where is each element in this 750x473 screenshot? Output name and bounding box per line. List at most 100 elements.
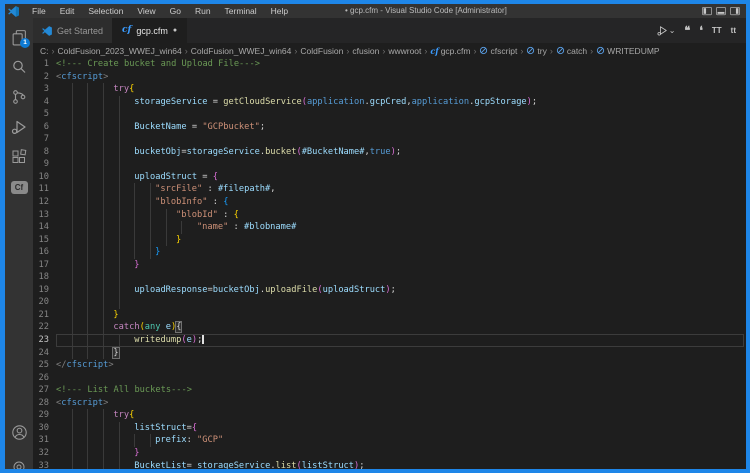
code-line[interactable]: 10uploadStruct = { [33, 171, 746, 184]
menu-edit[interactable]: Edit [53, 4, 82, 18]
menu-go[interactable]: Go [163, 4, 188, 18]
breadcrumb-item[interactable]: cfscript [479, 46, 517, 56]
code-line[interactable]: 3try{ [33, 83, 746, 96]
lowercase-button[interactable]: tt [731, 26, 736, 35]
line-number[interactable]: 28 [33, 397, 56, 410]
code-line[interactable]: 6BucketName = "GCPbucket"; [33, 121, 746, 134]
breadcrumb-item[interactable]: ColdFusion [300, 46, 343, 56]
breadcrumb-item[interactable]: ColdFusion_2023_WWEJ_win64 [58, 46, 182, 56]
extensions-icon[interactable] [5, 142, 33, 172]
line-number[interactable]: 23 [33, 334, 56, 347]
line-number[interactable]: 8 [33, 146, 56, 159]
line-number[interactable]: 30 [33, 422, 56, 435]
breadcrumb-item[interactable]: wwwroot [388, 46, 421, 56]
code-line[interactable]: 33BucketList= storageService.list(listSt… [33, 460, 746, 470]
line-number[interactable]: 22 [33, 321, 56, 334]
code-line[interactable]: 8bucketObj=storageService.bucket(#Bucket… [33, 146, 746, 159]
breadcrumb-item[interactable]: C: [40, 46, 49, 56]
line-number[interactable]: 19 [33, 284, 56, 297]
code-line[interactable]: 26 [33, 372, 746, 385]
line-number[interactable]: 29 [33, 409, 56, 422]
line-number[interactable]: 26 [33, 372, 56, 385]
double-quote-button[interactable]: ❝ [684, 27, 690, 35]
menu-run[interactable]: Run [188, 4, 218, 18]
line-number[interactable]: 16 [33, 246, 56, 259]
breadcrumb-item[interactable]: catch [556, 46, 587, 56]
code-line[interactable]: 19uploadResponse=bucketObj.uploadFile(up… [33, 284, 746, 297]
layout-sidebar-right-icon[interactable] [730, 6, 740, 16]
layout-sidebar-left-icon[interactable] [702, 6, 712, 16]
code-line[interactable]: 28<cfscript> [33, 397, 746, 410]
code-line[interactable]: 15} [33, 234, 746, 247]
line-number[interactable]: 9 [33, 158, 56, 171]
settings-gear-icon[interactable] [5, 447, 33, 469]
line-number[interactable]: 27 [33, 384, 56, 397]
code-line[interactable]: 4storageService = getCloudService(applic… [33, 96, 746, 109]
code-line[interactable]: 24} [33, 347, 746, 360]
code-line[interactable]: 7 [33, 133, 746, 146]
coldfusion-extension-icon[interactable]: Cf [5, 172, 33, 202]
line-number[interactable]: 32 [33, 447, 56, 460]
account-icon[interactable] [5, 417, 33, 447]
code-line[interactable]: 25</cfscript> [33, 359, 746, 372]
line-number[interactable]: 24 [33, 347, 56, 360]
menu-terminal[interactable]: Terminal [218, 4, 264, 18]
code-line[interactable]: 31prefix: "GCP" [33, 434, 746, 447]
code-line[interactable]: 27<!--- List All buckets---> [33, 384, 746, 397]
code-line[interactable]: 22catch(any e){ [33, 321, 746, 334]
code-line[interactable]: 20 [33, 296, 746, 309]
tab-get-started[interactable]: Get Started [33, 18, 113, 43]
code-line[interactable]: 12"blobInfo" : { [33, 196, 746, 209]
line-number[interactable]: 7 [33, 133, 56, 146]
code-line[interactable]: 16} [33, 246, 746, 259]
breadcrumb-item[interactable]: cfgcp.cfm [430, 46, 470, 56]
code-line[interactable]: 9 [33, 158, 746, 171]
search-icon[interactable] [5, 52, 33, 82]
breadcrumb-item[interactable]: WRITEDUMP [596, 46, 659, 56]
menu-file[interactable]: File [25, 4, 53, 18]
line-number[interactable]: 14 [33, 221, 56, 234]
layout-panel-icon[interactable] [716, 6, 726, 16]
explorer-icon[interactable]: 1 [5, 22, 33, 52]
code-line[interactable]: 21} [33, 309, 746, 322]
code-line[interactable]: 29try{ [33, 409, 746, 422]
run-button[interactable]: ⌄ [657, 25, 676, 36]
line-number[interactable]: 18 [33, 271, 56, 284]
code-line[interactable]: 13"blobId" : { [33, 209, 746, 222]
menu-selection[interactable]: Selection [81, 4, 130, 18]
line-number[interactable]: 11 [33, 183, 56, 196]
code-line[interactable]: 32} [33, 447, 746, 460]
line-number[interactable]: 10 [33, 171, 56, 184]
line-number[interactable]: 20 [33, 296, 56, 309]
tab-gcp-cfm[interactable]: cf gcp.cfm ● [113, 18, 187, 43]
line-number[interactable]: 33 [33, 460, 56, 470]
code-line[interactable]: 1<!--- Create bucket and Upload File---> [33, 58, 746, 71]
line-number[interactable]: 17 [33, 259, 56, 272]
run-debug-icon[interactable] [5, 112, 33, 142]
line-number[interactable]: 2 [33, 71, 56, 84]
code-line[interactable]: 23writedump(e); [33, 334, 746, 347]
single-quote-button[interactable]: ❛ [699, 27, 703, 35]
code-line[interactable]: 5 [33, 108, 746, 121]
source-control-icon[interactable] [5, 82, 33, 112]
breadcrumb-item[interactable]: cfusion [352, 46, 379, 56]
code-line[interactable]: 30listStruct={ [33, 422, 746, 435]
line-number[interactable]: 12 [33, 196, 56, 209]
code-line[interactable]: 2<cfscript> [33, 71, 746, 84]
line-number[interactable]: 3 [33, 83, 56, 96]
menu-view[interactable]: View [130, 4, 162, 18]
code-line[interactable]: 14"name" : #blobname# [33, 221, 746, 234]
code-editor[interactable]: 1<!--- Create bucket and Upload File--->… [33, 58, 746, 469]
line-number[interactable]: 1 [33, 58, 56, 71]
code-line[interactable]: 11"srcFile" : #filepath#, [33, 183, 746, 196]
menu-help[interactable]: Help [264, 4, 295, 18]
code-line[interactable]: 17} [33, 259, 746, 272]
uppercase-button[interactable]: TT [712, 26, 722, 35]
line-number[interactable]: 15 [33, 234, 56, 247]
line-number[interactable]: 31 [33, 434, 56, 447]
line-number[interactable]: 4 [33, 96, 56, 109]
line-number[interactable]: 13 [33, 209, 56, 222]
line-number[interactable]: 25 [33, 359, 56, 372]
line-number[interactable]: 21 [33, 309, 56, 322]
line-number[interactable]: 5 [33, 108, 56, 121]
